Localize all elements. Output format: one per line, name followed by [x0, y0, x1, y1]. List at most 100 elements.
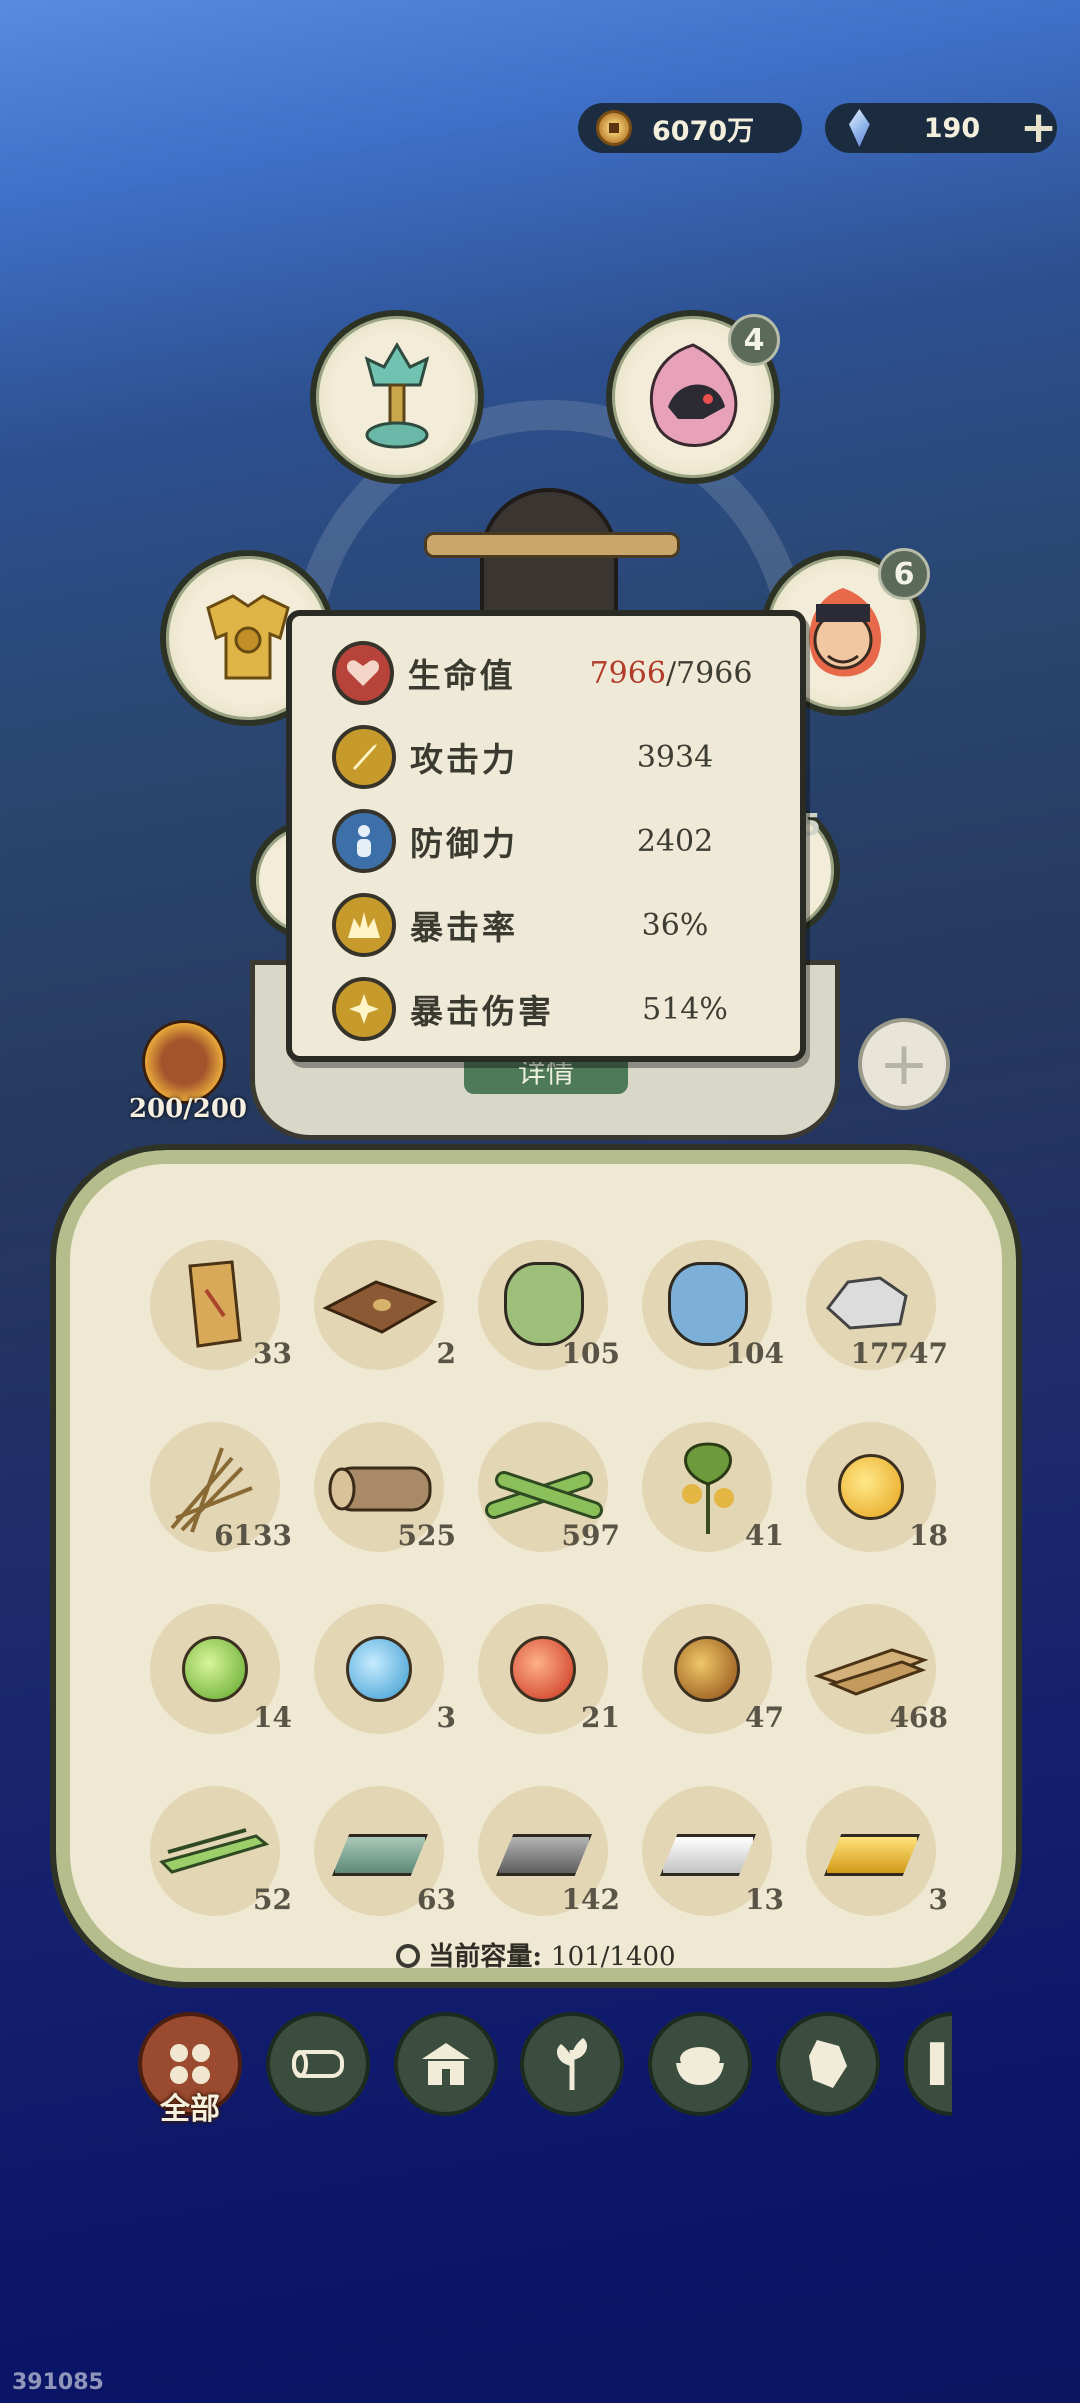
tab-scroll[interactable]: ▐ — [904, 2012, 952, 2116]
item-slot[interactable]: 597 — [470, 1414, 620, 1564]
coin-icon — [596, 110, 632, 146]
red-orb-icon — [510, 1636, 576, 1702]
log-icon — [292, 2050, 344, 2078]
item-count: 47 — [745, 1701, 784, 1734]
crit-rate-icon — [332, 893, 396, 957]
ore-shard-icon — [809, 2040, 847, 2088]
blue-sack-icon — [668, 1262, 748, 1346]
item-count: 21 — [581, 1701, 620, 1734]
item-count: 597 — [561, 1519, 620, 1552]
stat-row-hp: 生命值 7966/7966 — [332, 636, 762, 710]
item-count: 33 — [253, 1337, 292, 1370]
stone-icon — [825, 1276, 908, 1330]
stamina-value: 200/200 — [128, 1094, 248, 1124]
stat-row-crit-damage: 暴击伤害 514% — [332, 972, 762, 1046]
stat-row-defense: 防御力 2402 — [332, 804, 762, 878]
add-slot-button[interactable]: + — [858, 1018, 950, 1110]
capacity-row: 当前容量: 101/1400 — [70, 1936, 1002, 1973]
item-slot[interactable]: 2 — [306, 1232, 456, 1382]
crit-damage-icon — [332, 977, 396, 1041]
stat-value: 514% — [642, 991, 728, 1027]
item-count: 2 — [436, 1337, 456, 1370]
item-count: 52 — [253, 1883, 292, 1916]
slot-lotus-lamp[interactable] — [310, 310, 484, 484]
item-slot[interactable]: 41 — [634, 1414, 784, 1564]
capacity-icon — [396, 1944, 421, 1968]
planks-icon — [813, 1648, 929, 1696]
item-count: 41 — [745, 1519, 784, 1552]
tab-wood[interactable] — [266, 2012, 370, 2116]
item-slot[interactable]: 468 — [798, 1596, 948, 1746]
item-slot[interactable]: 17747 — [798, 1232, 948, 1382]
gem-amount: 190 — [923, 112, 981, 144]
item-slot[interactable]: 142 — [470, 1778, 620, 1928]
character-figure — [424, 488, 680, 626]
character-headdress — [424, 532, 680, 558]
stat-name: 攻击力 — [410, 740, 518, 779]
stat-value: 2402 — [636, 823, 714, 859]
gold-orb-icon — [838, 1454, 904, 1520]
item-slot[interactable]: 104 — [634, 1232, 784, 1382]
slot-level-badge: 4 — [728, 314, 780, 366]
item-slot[interactable]: 52 — [142, 1778, 292, 1928]
tab-all-label: 全部 — [160, 2092, 220, 2127]
stat-value: 36% — [641, 907, 709, 943]
item-slot[interactable]: 6133 — [142, 1414, 292, 1564]
item-count: 468 — [889, 1701, 948, 1734]
bamboo-icon — [485, 1471, 603, 1519]
bamboo-strips-icon — [159, 1828, 270, 1874]
coin-counter: 6070万 — [578, 103, 802, 153]
item-slot[interactable]: 3 — [306, 1596, 456, 1746]
stat-row-crit-rate: 暴击率 36% — [332, 888, 762, 962]
green-orb-icon — [182, 1636, 248, 1702]
item-slot[interactable]: 105 — [470, 1232, 620, 1382]
green-sack-icon — [504, 1262, 584, 1346]
tab-building[interactable] — [394, 2012, 498, 2116]
item-slot[interactable]: 33 — [142, 1232, 292, 1382]
inventory-bag: 33 2 105 104 17747 6133 525 597 41 18 14… — [50, 1144, 1022, 1988]
stat-row-attack: 攻击力 3934 — [332, 720, 762, 794]
blue-orb-icon — [346, 1636, 412, 1702]
item-slot[interactable]: 14 — [142, 1596, 292, 1746]
item-slot[interactable]: 21 — [470, 1596, 620, 1746]
item-slot[interactable]: 47 — [634, 1596, 784, 1746]
stat-value: 7966/7966 — [580, 656, 762, 691]
item-slot[interactable]: 525 — [306, 1414, 456, 1564]
item-count: 105 — [561, 1337, 620, 1370]
shield-person-icon — [332, 809, 396, 873]
item-count: 3 — [436, 1701, 456, 1734]
item-count: 142 — [561, 1883, 620, 1916]
item-count: 525 — [397, 1519, 456, 1552]
rice-bowl-icon — [676, 2047, 724, 2085]
log-icon — [328, 1466, 432, 1512]
heart-icon — [332, 641, 394, 705]
tab-ore[interactable] — [776, 2012, 880, 2116]
item-count: 6133 — [214, 1519, 292, 1552]
item-count: 3 — [928, 1883, 948, 1916]
item-count: 14 — [253, 1701, 292, 1734]
item-count: 13 — [745, 1883, 784, 1916]
item-slot[interactable]: 13 — [634, 1778, 784, 1928]
item-slot[interactable]: 18 — [798, 1414, 948, 1564]
scroll-icon — [188, 1260, 242, 1348]
stat-value: 3934 — [636, 739, 714, 775]
item-slot[interactable]: 63 — [306, 1778, 456, 1928]
gem-icon — [849, 109, 870, 147]
tab-herbs[interactable] — [520, 2012, 624, 2116]
brown-orb-icon — [674, 1636, 740, 1702]
stamina-icon — [142, 1020, 226, 1104]
tab-food[interactable] — [648, 2012, 752, 2116]
grid-icon — [170, 2044, 210, 2084]
capacity-value: 101/1400 — [551, 1942, 676, 1972]
lotus-lamp-icon — [364, 342, 430, 449]
stat-name: 暴击伤害 — [410, 992, 554, 1031]
plus-icon: + — [878, 1029, 930, 1099]
item-slot[interactable]: 3 — [798, 1778, 948, 1928]
stat-name: 防御力 — [410, 824, 518, 863]
tray-icon — [322, 1280, 438, 1334]
stats-panel: 生命值 7966/7966 攻击力 3934 防御力 2402 暴击率 36% … — [286, 610, 806, 1062]
house-icon — [422, 2043, 470, 2085]
stat-name: 暴击率 — [410, 908, 518, 947]
add-gems-button[interactable]: + — [1020, 106, 1057, 150]
slot-level-badge: 6 — [878, 548, 930, 600]
